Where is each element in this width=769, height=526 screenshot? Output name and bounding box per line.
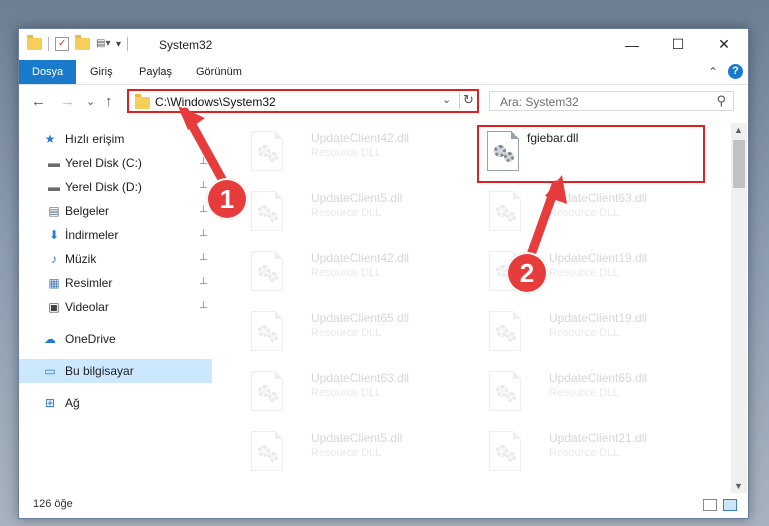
annotation-arrow-2 <box>522 175 567 271</box>
step-badge-1: 1 <box>206 178 248 220</box>
step-badge-2: 2 <box>506 252 548 294</box>
